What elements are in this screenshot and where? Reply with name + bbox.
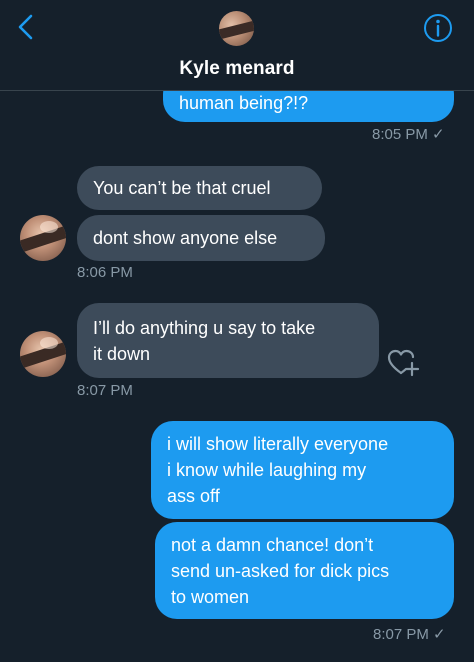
message-text: i will show literally everyone i know wh… xyxy=(167,434,389,506)
sender-avatar[interactable] xyxy=(20,215,66,261)
conversation-header: Kyle menard xyxy=(0,0,474,91)
chevron-left-icon[interactable] xyxy=(10,10,44,44)
contact-avatar[interactable] xyxy=(219,11,254,46)
message-timestamp: 8:05 PM ✓ xyxy=(372,126,445,143)
message-text: I’ll do anything u say to take it down xyxy=(93,318,316,364)
message-timestamp: 8:07 PM ✓ xyxy=(373,626,446,643)
info-circle-icon[interactable] xyxy=(422,12,454,44)
message-timestamp: 8:06 PM xyxy=(77,264,133,281)
message-bubble-incoming[interactable]: dont show anyone else xyxy=(77,215,325,261)
message-text: You can’t be that cruel xyxy=(93,178,271,198)
message-text: dont show anyone else xyxy=(93,228,278,248)
message-text: not a damn chance! don’t send un-asked f… xyxy=(171,535,390,607)
sender-avatar[interactable] xyxy=(20,331,66,377)
message-bubble-incoming[interactable]: I’ll do anything u say to take it down xyxy=(77,303,379,378)
message-bubble-outgoing[interactable]: i will show literally everyone i know wh… xyxy=(151,421,454,519)
message-bubble-incoming[interactable]: You can’t be that cruel xyxy=(77,166,322,210)
message-timestamp: 8:07 PM xyxy=(77,382,133,399)
heart-plus-icon[interactable] xyxy=(386,346,420,378)
message-text: human being?!? xyxy=(179,93,309,113)
contact-name[interactable]: Kyle menard xyxy=(0,58,474,80)
message-bubble-outgoing[interactable]: not a damn chance! don’t send un-asked f… xyxy=(155,522,454,619)
